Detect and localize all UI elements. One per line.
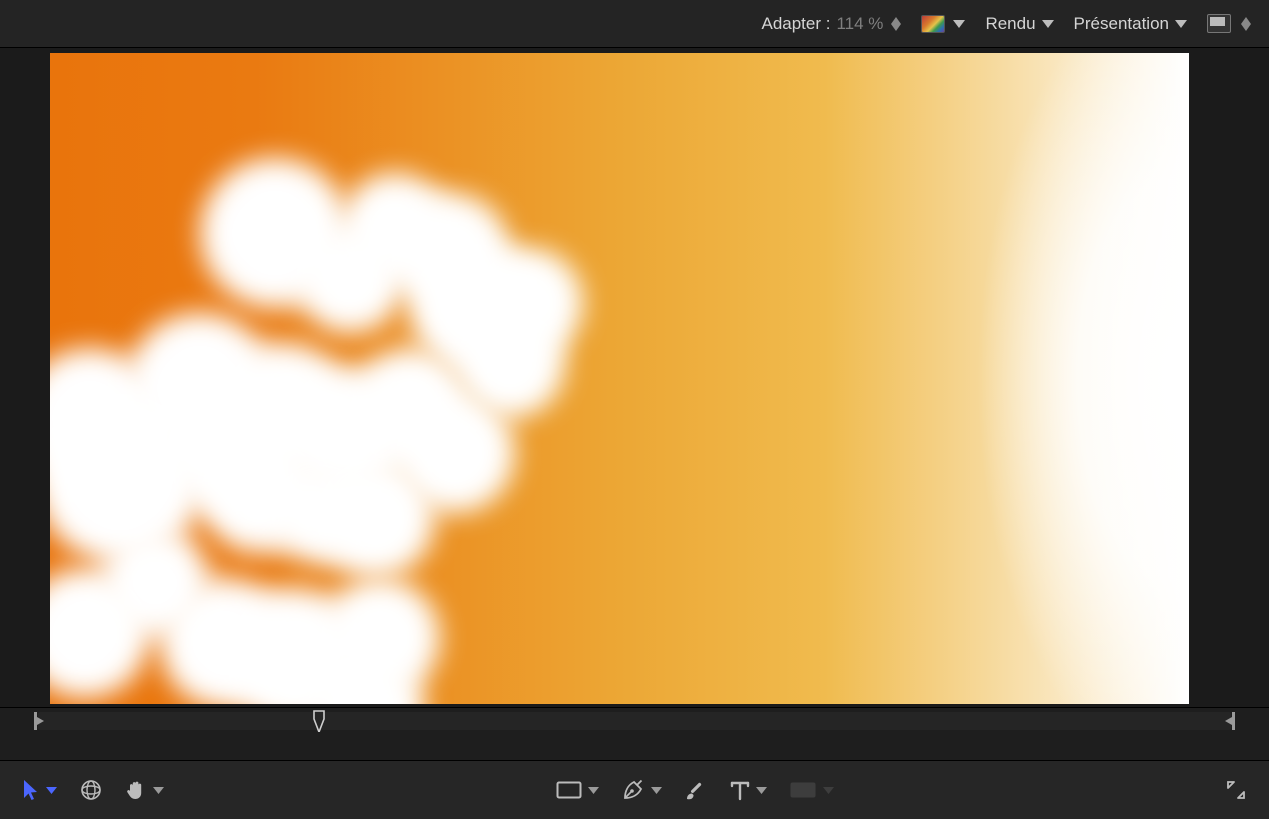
view-layout-icon [1207, 14, 1231, 33]
out-point-marker-icon[interactable] [1225, 712, 1235, 730]
pan-tool-button[interactable] [123, 775, 166, 805]
chevron-down-icon [823, 787, 834, 794]
arrow-cursor-icon [22, 779, 40, 801]
text-icon [730, 779, 750, 801]
chevron-down-icon[interactable] [153, 787, 164, 794]
brush-icon [684, 778, 708, 802]
globe-icon [79, 778, 103, 802]
mask-rect-icon [789, 780, 817, 800]
color-profile-menu[interactable] [921, 15, 965, 33]
zoom-stepper-icon[interactable] [891, 17, 901, 31]
render-menu[interactable]: Rendu [985, 14, 1053, 34]
pen-nib-icon [621, 778, 645, 802]
viewer-top-toolbar: Adapter : 114 % Rendu Présentation [0, 0, 1269, 48]
select-tool-button[interactable] [20, 775, 59, 805]
render-menu-label: Rendu [985, 14, 1035, 34]
3d-transform-tool-button[interactable] [77, 774, 105, 806]
chevron-down-icon[interactable] [651, 787, 662, 794]
hand-icon [125, 779, 147, 801]
rectangle-icon [556, 780, 582, 800]
chevron-down-icon [953, 20, 965, 28]
mini-timeline-ruler[interactable] [38, 712, 1231, 730]
viewer-canvas-area [0, 48, 1269, 709]
presentation-menu[interactable]: Présentation [1074, 14, 1187, 34]
playhead-icon[interactable] [313, 710, 325, 732]
chevron-down-icon[interactable] [46, 787, 57, 794]
view-layout-menu[interactable] [1207, 14, 1251, 33]
mini-timeline[interactable] [0, 707, 1269, 761]
fit-label: Adapter : [761, 14, 830, 34]
particle-blob [315, 458, 435, 578]
chevron-down-icon [1175, 20, 1187, 28]
presentation-menu-label: Présentation [1074, 14, 1169, 34]
shape-tool-button[interactable] [554, 776, 601, 804]
viewer-bottom-toolbar [0, 761, 1269, 819]
text-tool-button[interactable] [728, 775, 769, 805]
view-layout-stepper-icon[interactable] [1241, 17, 1251, 31]
color-profile-icon [921, 15, 945, 33]
chevron-down-icon[interactable] [588, 787, 599, 794]
chevron-down-icon [1042, 20, 1054, 28]
fit-zoom-control[interactable]: Adapter : 114 % [761, 14, 901, 34]
mask-tool-button [787, 776, 836, 804]
expand-player-button[interactable] [1223, 775, 1249, 805]
chevron-down-icon[interactable] [756, 787, 767, 794]
paint-tool-button[interactable] [682, 774, 710, 806]
pen-tool-button[interactable] [619, 774, 664, 806]
in-point-marker-icon[interactable] [34, 712, 44, 730]
expand-icon [1225, 779, 1247, 801]
fit-value: 114 % [836, 14, 883, 34]
viewer-canvas[interactable] [50, 53, 1189, 704]
